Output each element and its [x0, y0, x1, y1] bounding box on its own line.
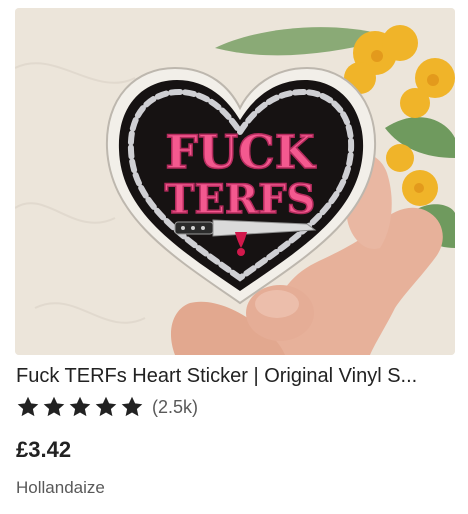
star-icon [69, 396, 91, 417]
shop-name[interactable]: Hollandaize [16, 477, 105, 499]
listing-title[interactable]: Fuck TERFs Heart Sticker | Original Viny… [16, 364, 458, 388]
rating: (2.5k) [16, 393, 198, 421]
listing-card[interactable]: FUCK TERFS Fuck TERFs Heart Sticker | Or… [0, 0, 468, 514]
star-rating [16, 395, 144, 419]
sticker-line2: TERFS [165, 176, 316, 223]
star-icon [43, 396, 65, 417]
price: £3.42 [16, 437, 72, 462]
product-image[interactable]: FUCK TERFS [15, 8, 455, 355]
star-icon [121, 396, 143, 417]
star-icon [17, 396, 39, 417]
sticker-photo-illustration: FUCK TERFS [15, 8, 455, 355]
sticker-line1: FUCK [165, 125, 316, 179]
review-count: (2.5k) [152, 396, 199, 417]
star-icon [95, 396, 117, 417]
